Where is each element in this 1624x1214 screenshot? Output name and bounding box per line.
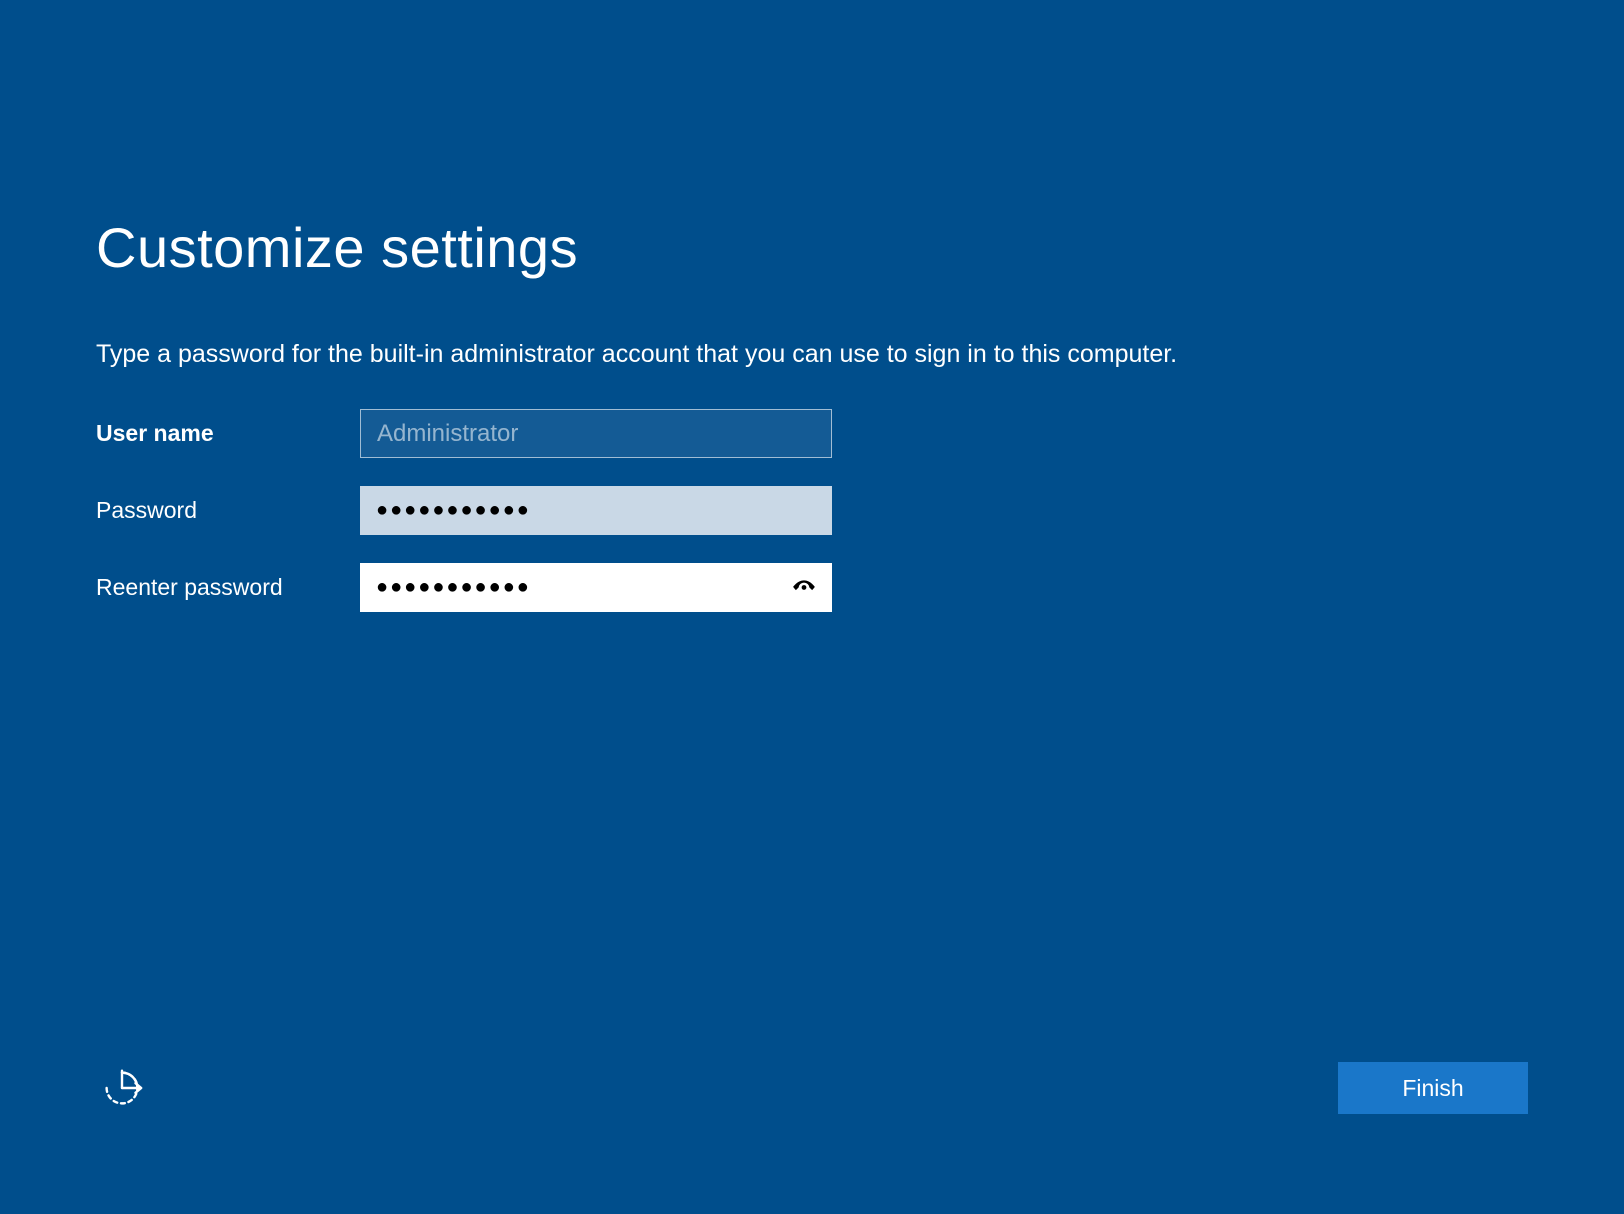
- password-input-wrap: [360, 486, 832, 535]
- finish-button[interactable]: Finish: [1338, 1062, 1528, 1114]
- page-title: Customize settings: [96, 215, 1528, 280]
- username-input: [360, 409, 832, 458]
- username-row: User name: [96, 409, 1528, 458]
- reenter-row: Reenter password: [96, 563, 1528, 612]
- setup-screen: Customize settings Type a password for t…: [96, 215, 1528, 640]
- footer-bar: Finish: [96, 1062, 1528, 1114]
- reenter-label: Reenter password: [96, 574, 360, 601]
- password-label: Password: [96, 497, 360, 524]
- password-row: Password: [96, 486, 1528, 535]
- reveal-password-icon[interactable]: [790, 574, 818, 602]
- password-input[interactable]: [360, 486, 832, 535]
- reenter-password-input[interactable]: [360, 563, 832, 612]
- ease-of-access-icon[interactable]: [96, 1062, 148, 1114]
- username-label: User name: [96, 420, 360, 447]
- instruction-text: Type a password for the built-in adminis…: [96, 340, 1528, 369]
- reenter-input-wrap: [360, 563, 832, 612]
- username-input-wrap: [360, 409, 832, 458]
